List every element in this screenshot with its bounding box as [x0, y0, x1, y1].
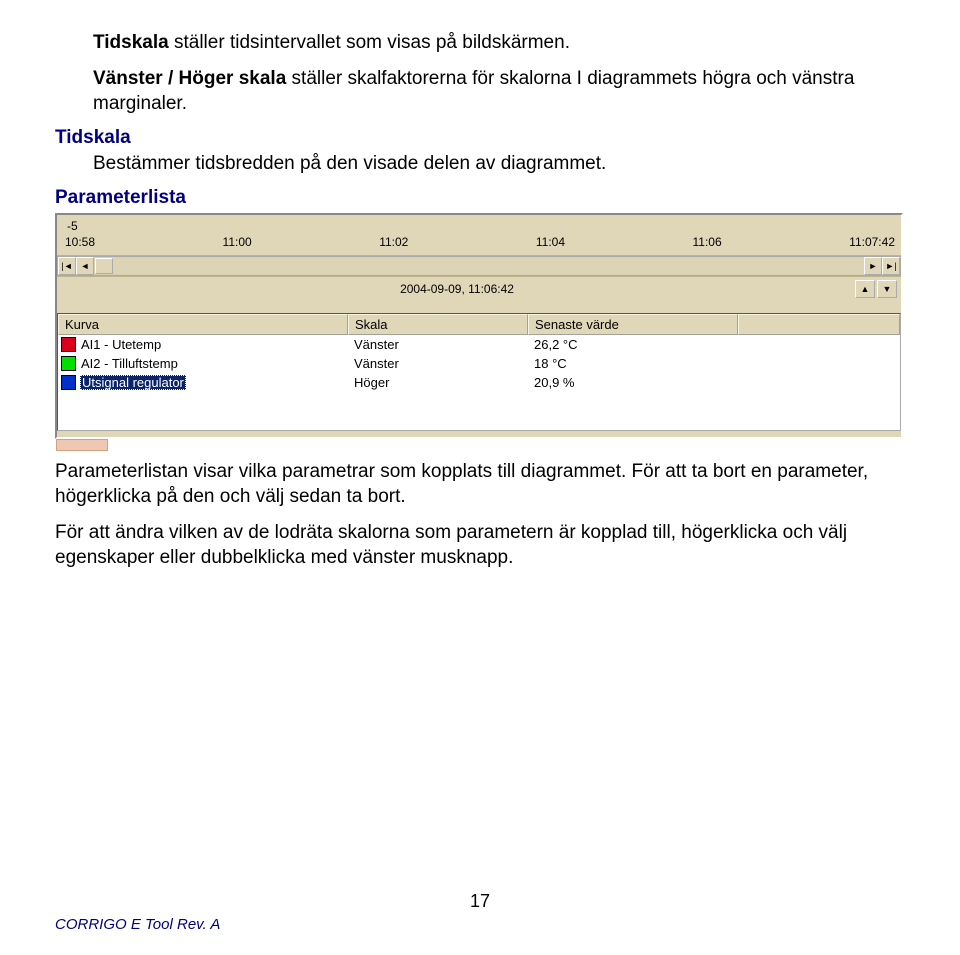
axis-x-ticks: 10:58 11:00 11:02 11:04 11:06 11:07:42: [65, 235, 895, 249]
table-row[interactable]: Utsignal regulator Höger20,9 %: [58, 373, 900, 392]
timestamp-up-button[interactable]: ▲: [855, 280, 875, 298]
scroll-end-button[interactable]: ►|: [882, 257, 900, 275]
cell-kurva: AI2 - Tilluftstemp: [58, 356, 348, 371]
timestamp-bar: 2004-09-09, 11:06:42 ▲ ▼: [57, 276, 901, 301]
panel-footer-strip: [56, 439, 108, 451]
intro-line-1: Tidskala ställer tidsintervallet som vis…: [93, 30, 905, 56]
intro-bold-2: Vänster / Höger skala: [93, 68, 286, 89]
header-skala[interactable]: Skala: [348, 314, 528, 335]
heading-tidskala: Tidskala: [55, 127, 905, 149]
row-label: Utsignal regulator: [80, 375, 186, 390]
arrow-right-icon: ►: [885, 261, 894, 271]
color-swatch-icon: [61, 337, 76, 352]
intro-rest-1: ställer tidsintervallet som visas på bil…: [169, 32, 570, 53]
cell-senaste-varde: 26,2 °C: [528, 337, 738, 352]
heading-parameterlista: Parameterlista: [55, 187, 905, 209]
arrow-left-icon: ◄: [64, 261, 73, 271]
cell-skala: Vänster: [348, 337, 528, 352]
scroll-start-button[interactable]: |◄: [58, 257, 76, 275]
footer-product-name: CORRIGO: [55, 916, 127, 933]
post-table-p2: För att ändra vilken av de lodräta skalo…: [55, 520, 905, 571]
chart-axis-area: -5 10:58 11:00 11:02 11:04 11:06 11:07:4…: [57, 215, 901, 256]
arrow-left-icon: ◄: [81, 261, 90, 271]
arrow-up-icon: ▲: [861, 284, 870, 294]
post-table-p1: Parameterlistan visar vilka parametrar s…: [55, 459, 905, 510]
color-swatch-icon: [61, 356, 76, 371]
page-footer: 17 CORRIGO E Tool Rev. A: [55, 891, 905, 933]
table-empty-space: [58, 392, 900, 430]
axis-tick-5: 11:07:42: [849, 235, 895, 249]
intro-line-2: Vänster / Höger skala ställer skalfaktor…: [93, 66, 905, 117]
table-header-row: Kurva Skala Senaste värde: [58, 314, 900, 335]
header-senaste-varde[interactable]: Senaste värde: [528, 314, 738, 335]
axis-tick-0: 10:58: [65, 235, 95, 249]
timestamp-text: 2004-09-09, 11:06:42: [61, 282, 853, 296]
parameter-table[interactable]: Kurva Skala Senaste värde AI1 - Utetemp V…: [57, 313, 901, 431]
cell-senaste-varde: 20,9 %: [528, 375, 738, 390]
cell-senaste-varde: 18 °C: [528, 356, 738, 371]
cell-kurva: Utsignal regulator: [58, 375, 348, 390]
axis-tick-4: 11:06: [693, 235, 722, 249]
table-row[interactable]: AI1 - Utetemp Vänster26,2 °C: [58, 335, 900, 354]
axis-tick-1: 11:00: [223, 235, 252, 249]
arrow-right-icon: ►: [869, 261, 878, 271]
horizontal-scrollbar[interactable]: |◄ ◄ ► ►|: [57, 256, 901, 276]
axis-tick-2: 11:02: [379, 235, 408, 249]
scroll-thumb[interactable]: [95, 258, 113, 274]
parameter-panel: -5 10:58 11:00 11:02 11:04 11:06 11:07:4…: [55, 213, 903, 451]
bar-right-icon: |: [894, 261, 896, 271]
row-label: AI2 - Tilluftstemp: [80, 356, 178, 371]
intro-bold-1: Tidskala: [93, 32, 169, 53]
cell-skala: Vänster: [348, 356, 528, 371]
cell-skala: Höger: [348, 375, 528, 390]
arrow-down-icon: ▼: [883, 284, 892, 294]
header-blank: [738, 314, 900, 335]
row-label: AI1 - Utetemp: [80, 337, 161, 352]
footer-product: CORRIGO E Tool Rev. A: [55, 916, 905, 933]
cell-kurva: AI1 - Utetemp: [58, 337, 348, 352]
timestamp-down-button[interactable]: ▼: [877, 280, 897, 298]
scroll-right-button[interactable]: ►: [864, 257, 882, 275]
axis-tick-3: 11:04: [536, 235, 565, 249]
footer-product-rev: E Tool Rev. A: [127, 916, 221, 933]
table-body: AI1 - Utetemp Vänster26,2 °C AI2 - Tilluft…: [58, 335, 900, 392]
axis-y-tick: -5: [67, 219, 895, 233]
table-row[interactable]: AI2 - Tilluftstemp Vänster18 °C: [58, 354, 900, 373]
color-swatch-icon: [61, 375, 76, 390]
scroll-track[interactable]: [113, 258, 864, 274]
header-kurva[interactable]: Kurva: [58, 314, 348, 335]
tidskala-body: Bestämmer tidsbredden på den visade dele…: [93, 151, 905, 177]
scroll-left-button[interactable]: ◄: [76, 257, 94, 275]
page-number: 17: [55, 891, 905, 912]
